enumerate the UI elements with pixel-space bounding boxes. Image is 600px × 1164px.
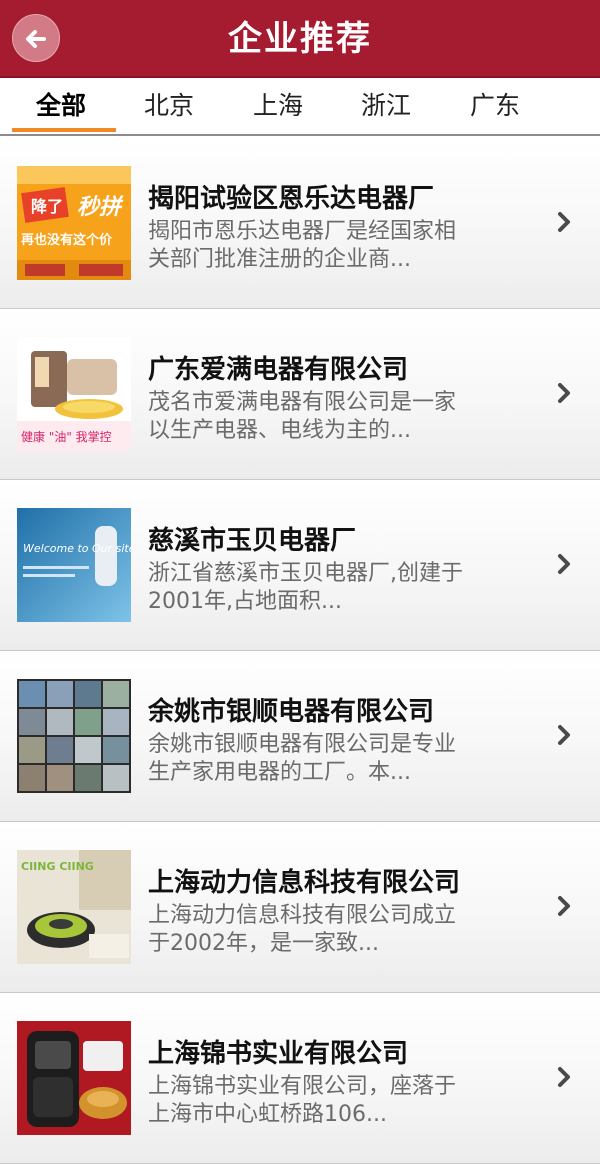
company-thumbnail [17,679,131,793]
list-item[interactable]: CIING CIING 上海动力信息科技有限公司 上海动力信息科技有限公司成立 … [0,822,600,993]
chevron-right-icon [558,896,570,916]
thumb-text: 再也没有这个价 [21,232,113,248]
thumb-text: CIING CIING [21,860,94,873]
list-item[interactable]: 余姚市银顺电器有限公司 余姚市银顺电器有限公司是专业 生产家用电器的工厂。本..… [0,651,600,822]
list-item[interactable]: 上海锦书实业有限公司 上海锦书实业有限公司，座落于 上海市中心虹桥路106... [0,993,600,1164]
company-desc-line: 茂名市爱满电器有限公司是一家 [148,390,457,415]
thumb-text: 降了 [31,197,63,216]
company-thumbnail [17,1021,131,1135]
list-item[interactable]: 降了 秒拼 再也没有这个价 揭阳试验区恩乐达电器厂 揭阳市恩乐达电器厂是经国家相… [0,138,600,309]
company-desc-line: 生产家用电器的工厂。本... [148,760,411,785]
company-desc-line: 揭阳市恩乐达电器厂是经国家相 [148,219,457,244]
chevron-right-icon [558,212,570,232]
tab-shanghai[interactable]: 上海 [223,80,333,134]
tab-zhejiang[interactable]: 浙江 [331,80,441,134]
region-tabs: 全部 北京 上海 浙江 广东 [0,80,600,136]
company-desc-line: 余姚市银顺电器有限公司是专业 [148,732,457,757]
company-name: 揭阳试验区恩乐达电器厂 [148,184,435,214]
company-desc-line: 以生产电器、电线为主的... [148,418,411,443]
tab-all[interactable]: 全部 [6,80,116,134]
company-thumbnail: 健康 "油" 我掌控 [17,337,131,451]
tab-beijing[interactable]: 北京 [114,80,224,134]
company-thumbnail: Welcome to Our site! [17,508,131,622]
tab-guangdong[interactable]: 广东 [440,80,550,134]
chevron-right-icon [558,554,570,574]
list-item[interactable]: Welcome to Our site! 慈溪市玉贝电器厂 浙江省慈溪市玉贝电器… [0,480,600,651]
company-desc-line: 上海动力信息科技有限公司成立 [148,903,457,928]
company-name: 广东爱满电器有限公司 [148,355,409,385]
chevron-right-icon [558,1067,570,1087]
company-desc-line: 上海市中心虹桥路106... [148,1102,387,1127]
company-desc-line: 上海锦书实业有限公司，座落于 [148,1074,457,1099]
thumb-text: Welcome to Our site! [23,542,131,555]
company-desc-line: 于2002年，是一家致... [148,931,379,956]
company-thumbnail: 降了 秒拼 再也没有这个价 [17,166,131,280]
company-name: 上海动力信息科技有限公司 [148,868,461,898]
chevron-right-icon [558,383,570,403]
company-thumbnail: CIING CIING [17,850,131,964]
company-desc-line: 关部门批准注册的企业商... [148,247,411,272]
chevron-right-icon [558,725,570,745]
page-title: 企业推荐 [228,19,372,59]
list-item[interactable]: 健康 "油" 我掌控 广东爱满电器有限公司 茂名市爱满电器有限公司是一家 以生产… [0,309,600,480]
thumb-text: 秒拼 [77,195,124,220]
company-desc-line: 浙江省慈溪市玉贝电器厂,创建于 [148,561,463,586]
company-name: 慈溪市玉贝电器厂 [148,526,357,556]
company-desc-line: 2001年,占地面积... [148,589,342,614]
company-name: 上海锦书实业有限公司 [148,1039,409,1069]
app-header: 企业推荐 [0,0,600,78]
thumb-text: 健康 "油" 我掌控 [21,429,112,444]
company-name: 余姚市银顺电器有限公司 [148,697,435,727]
